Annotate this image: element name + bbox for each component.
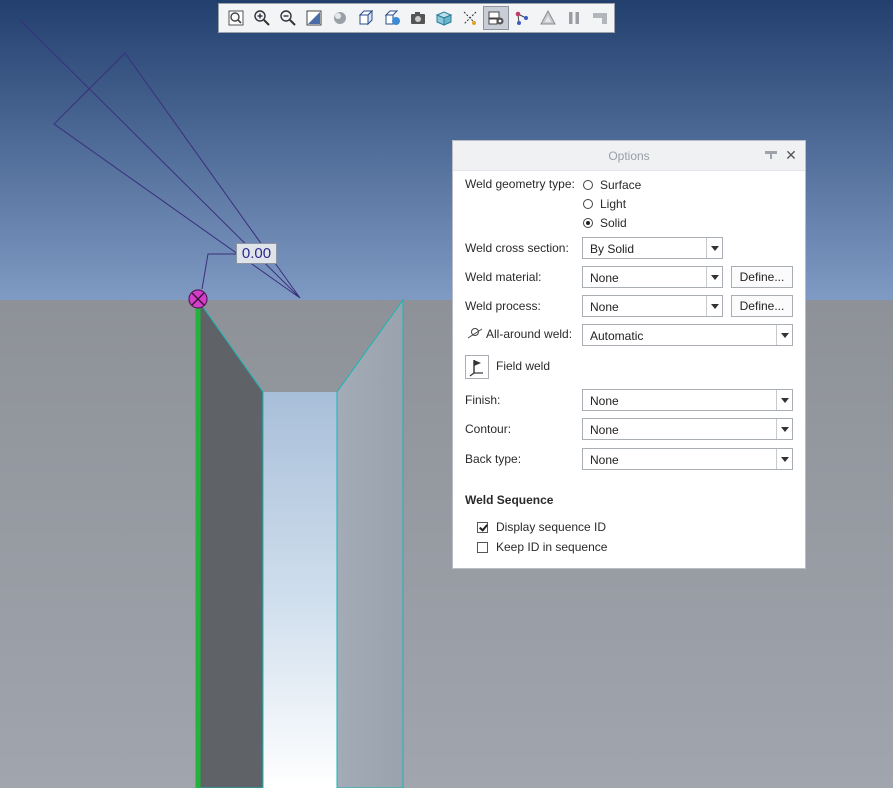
chevron-down-icon[interactable]	[776, 390, 792, 410]
cross-section-value: By Solid	[590, 242, 635, 256]
material-value: None	[590, 271, 619, 285]
datum-display-icon	[463, 11, 477, 25]
all-around-value: Automatic	[590, 329, 644, 343]
weld-gap	[263, 392, 337, 788]
annotation-display-button[interactable]	[483, 6, 509, 30]
keep-id-checkbox-row[interactable]: Keep ID in sequence	[477, 540, 607, 554]
close-icon[interactable]: ✕	[784, 147, 798, 163]
section-button[interactable]	[431, 6, 457, 30]
chevron-down-icon[interactable]	[706, 267, 722, 287]
chevron-down-icon[interactable]	[776, 419, 792, 439]
back-type-dropdown[interactable]: None	[582, 448, 793, 470]
weld-sequence-heading: Weld Sequence	[465, 493, 554, 507]
pause-icon	[569, 12, 579, 24]
triangle-icon	[540, 9, 556, 25]
radio-surface[interactable]: Surface	[583, 178, 641, 192]
zoom-out-button[interactable]	[275, 6, 301, 30]
geometry-type-label: Weld geometry type:	[465, 177, 575, 191]
finish-label: Finish:	[465, 393, 501, 407]
saved-orientations-button[interactable]	[353, 6, 379, 30]
radio-light-label: Light	[600, 197, 627, 211]
datum-display-button[interactable]	[457, 6, 483, 30]
graphics-toolbar	[218, 3, 615, 33]
spin-center-icon	[515, 11, 528, 25]
material-define-button[interactable]: Define...	[731, 266, 793, 288]
all-around-dropdown[interactable]: Automatic	[582, 324, 793, 346]
flat-icon	[593, 13, 607, 24]
view-manager-button[interactable]	[379, 6, 405, 30]
field-weld-label: Field weld	[496, 359, 551, 373]
flat-button[interactable]	[587, 6, 613, 30]
process-dropdown[interactable]: None	[582, 295, 723, 317]
material-dropdown[interactable]: None	[582, 266, 723, 288]
process-label: Weld process:	[465, 299, 541, 313]
radio-solid[interactable]: Solid	[583, 216, 627, 230]
radio-light-indicator[interactable]	[583, 199, 593, 209]
cross-section-label: Weld cross section:	[465, 241, 569, 255]
display-style-icon	[334, 12, 346, 24]
radio-light[interactable]: Light	[583, 197, 626, 211]
repaint-icon	[306, 10, 322, 26]
process-value: None	[590, 300, 619, 314]
display-sequence-checkbox[interactable]	[477, 521, 488, 533]
section-icon	[435, 11, 453, 26]
finish-dropdown[interactable]: None	[582, 389, 793, 411]
field-weld-flag-icon	[469, 360, 483, 377]
chevron-down-icon[interactable]	[706, 296, 722, 316]
keep-id-label: Keep ID in sequence	[496, 540, 608, 554]
back-type-label: Back type:	[465, 452, 522, 466]
back-type-value: None	[590, 453, 619, 467]
all-around-label: All-around weld:	[486, 327, 573, 341]
keep-id-checkbox[interactable]	[477, 541, 488, 553]
pin-icon[interactable]	[764, 150, 778, 160]
chevron-down-icon[interactable]	[776, 449, 792, 469]
process-define-button[interactable]: Define...	[731, 295, 793, 317]
refit-icon	[228, 10, 244, 26]
dimension-value-label[interactable]: 0.00	[236, 243, 277, 264]
contour-label: Contour:	[465, 422, 512, 436]
radio-solid-label: Solid	[600, 216, 627, 230]
pause-button[interactable]	[561, 6, 587, 30]
radio-surface-label: Surface	[600, 178, 642, 192]
perspective-view-button[interactable]	[405, 6, 431, 30]
refit-button[interactable]	[223, 6, 249, 30]
display-sequence-checkbox-row[interactable]: Display sequence ID	[477, 520, 606, 534]
all-around-weld-icon	[467, 328, 483, 339]
display-sequence-label: Display sequence ID	[496, 520, 607, 534]
contour-value: None	[590, 423, 619, 437]
zoom-in-icon	[254, 10, 270, 26]
cross-section-dropdown[interactable]: By Solid	[582, 237, 723, 259]
options-title: Options	[608, 149, 650, 163]
spin-center-button[interactable]	[509, 6, 535, 30]
contour-dropdown[interactable]: None	[582, 418, 793, 440]
chevron-down-icon[interactable]	[706, 238, 722, 258]
saved-orientations-icon	[358, 9, 374, 26]
triangle-button[interactable]	[535, 6, 561, 30]
repaint-button[interactable]	[301, 6, 327, 30]
options-panel: Options ✕ Weld geometry type: Surface Li…	[452, 140, 806, 569]
field-weld-toggle[interactable]	[465, 355, 489, 379]
zoom-out-icon	[280, 10, 296, 26]
display-style-button[interactable]	[327, 6, 353, 30]
finish-value: None	[590, 394, 619, 408]
options-header: Options ✕	[453, 141, 805, 171]
material-label: Weld material:	[465, 270, 542, 284]
chevron-down-icon[interactable]	[776, 325, 792, 345]
radio-surface-indicator[interactable]	[583, 180, 593, 190]
zoom-in-button[interactable]	[249, 6, 275, 30]
view-manager-icon	[384, 10, 400, 25]
perspective-view-icon	[411, 12, 425, 24]
annotation-display-icon	[488, 11, 504, 25]
radio-solid-indicator[interactable]	[583, 218, 593, 228]
